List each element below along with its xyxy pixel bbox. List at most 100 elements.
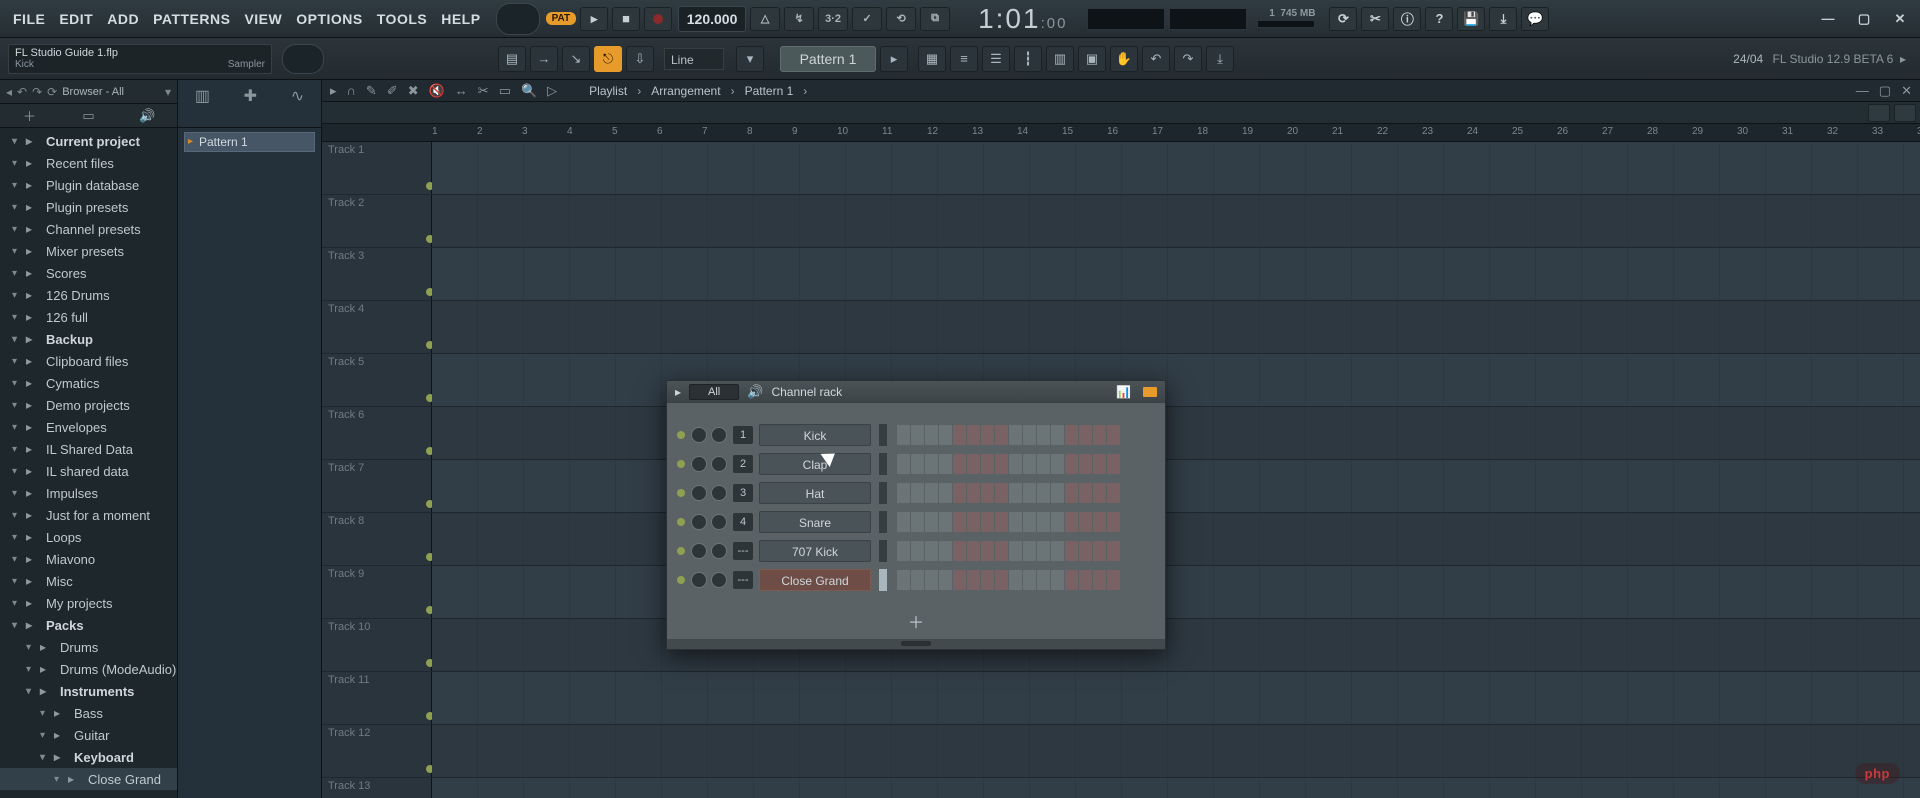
step-cell[interactable] (1079, 425, 1092, 445)
cr-speaker-icon[interactable]: 🔊 (747, 384, 763, 400)
track-header[interactable]: Track 9 (322, 566, 432, 618)
browser-item[interactable]: ▾▸Guitar (0, 724, 177, 746)
channel-pan-knob[interactable] (691, 427, 707, 443)
step-cell[interactable] (1079, 541, 1092, 561)
step-rec-icon[interactable]: ⧉ (920, 7, 950, 31)
step-cell[interactable] (1051, 454, 1064, 474)
tool-icon-5[interactable]: ▥ (1046, 46, 1074, 72)
pl-playback-icon[interactable]: ▷ (547, 83, 557, 99)
playlist-track[interactable]: Track 3 (322, 248, 1920, 301)
pl-paint-icon[interactable]: ✐ (387, 83, 398, 99)
track-grid[interactable] (432, 301, 1920, 353)
browser-item[interactable]: ▾▸Channel presets (0, 218, 177, 240)
step-cell[interactable] (925, 541, 938, 561)
playlist-track[interactable]: Track 13 (322, 778, 1920, 798)
undo-history-icon[interactable]: ⟳ (1329, 7, 1357, 31)
channel-mute-led[interactable] (677, 431, 685, 439)
browser-tab-add[interactable]: ＋ (0, 106, 59, 125)
pl-select-icon[interactable]: ▭ (499, 83, 511, 99)
step-cell[interactable] (953, 541, 966, 561)
step-cell[interactable] (981, 512, 994, 532)
pl-erase-icon[interactable]: ✖ (408, 83, 419, 99)
view-playlist-icon[interactable]: ▤ (498, 46, 526, 72)
browser-item[interactable]: ▾▸Impulses (0, 482, 177, 504)
step-cell[interactable] (995, 570, 1008, 590)
step-cell[interactable] (939, 425, 952, 445)
step-cell[interactable] (911, 425, 924, 445)
step-cell[interactable] (981, 454, 994, 474)
cr-menu-icon[interactable]: ▸ (675, 385, 681, 399)
playlist-track[interactable]: Track 11 (322, 672, 1920, 725)
forward-icon[interactable]: ↷ (32, 85, 42, 99)
master-pitch-knob[interactable] (282, 44, 324, 74)
tool-icon-1[interactable]: ▦ (918, 46, 946, 72)
menu-edit[interactable]: EDIT (52, 11, 100, 27)
step-cell[interactable] (1037, 483, 1050, 503)
step-cell[interactable] (1065, 570, 1078, 590)
channel-mute-led[interactable] (677, 489, 685, 497)
step-cell[interactable] (1037, 425, 1050, 445)
step-cell[interactable] (953, 454, 966, 474)
channel-mixer-route[interactable]: 1 (733, 426, 753, 444)
step-cell[interactable] (1009, 541, 1022, 561)
track-grid[interactable] (432, 407, 1920, 459)
channel-vol-knob[interactable] (711, 572, 727, 588)
browser-tree[interactable]: ▾▸Current project▾▸Recent files▾▸Plugin … (0, 128, 177, 792)
tool-icon-8[interactable]: ↶ (1142, 46, 1170, 72)
step-cell[interactable] (1065, 483, 1078, 503)
channel-mute-led[interactable] (677, 518, 685, 526)
menu-help[interactable]: HELP (434, 11, 487, 27)
snap-selector[interactable]: Line (664, 48, 724, 70)
tool-icon-6[interactable]: ▣ (1078, 46, 1106, 72)
step-cell[interactable] (1107, 541, 1120, 561)
view-browser-icon[interactable]: ⇩ (626, 46, 654, 72)
step-cell[interactable] (1093, 512, 1106, 532)
main-volume-knob[interactable] (496, 3, 540, 35)
step-cell[interactable] (1107, 454, 1120, 474)
tempo-display[interactable]: 120.000 (678, 6, 746, 32)
browser-item[interactable]: ▾▸Envelopes (0, 416, 177, 438)
step-cell[interactable] (1093, 425, 1106, 445)
step-cell[interactable] (1079, 483, 1092, 503)
channel-pan-knob[interactable] (691, 543, 707, 559)
browser-item[interactable]: ▾▸Demo projects (0, 394, 177, 416)
loop-rec-icon[interactable]: ⟲ (886, 7, 916, 31)
playlist-track[interactable]: Track 4 (322, 301, 1920, 354)
step-cell[interactable] (1009, 483, 1022, 503)
channel-name-button[interactable]: Clap (759, 453, 871, 475)
record-button[interactable] (644, 7, 672, 31)
track-grid[interactable] (432, 354, 1920, 406)
step-cell[interactable] (1065, 541, 1078, 561)
tool-icon-3[interactable]: ☰ (982, 46, 1010, 72)
step-cell[interactable] (1079, 570, 1092, 590)
step-cell[interactable] (1065, 425, 1078, 445)
step-cell[interactable] (967, 454, 980, 474)
crumb-playlist[interactable]: Playlist (589, 84, 627, 98)
browser-menu-icon[interactable]: ▾ (165, 85, 171, 99)
browser-tab-generic[interactable]: ▭ (59, 108, 118, 124)
back-icon[interactable]: ↶ (17, 85, 27, 99)
browser-item[interactable]: ▾▸Recent files (0, 152, 177, 174)
track-header[interactable]: Track 2 (322, 195, 432, 247)
browser-item[interactable]: ▾▸Drums (0, 636, 177, 658)
collapse-icon[interactable]: ◂ (6, 85, 12, 99)
pl-slip-icon[interactable]: ↔ (455, 83, 468, 98)
pl-close-icon[interactable]: ✕ (1901, 83, 1912, 99)
browser-item[interactable]: ▾▸Packs (0, 614, 177, 636)
channel-pan-knob[interactable] (691, 514, 707, 530)
step-cell[interactable] (1051, 483, 1064, 503)
browser-item[interactable]: ▾▸Backup (0, 328, 177, 350)
channel-name-button[interactable]: Kick (759, 424, 871, 446)
channel-pan-knob[interactable] (691, 485, 707, 501)
pl-max-icon[interactable]: ▢ (1879, 83, 1891, 99)
step-cell[interactable] (939, 454, 952, 474)
tool-icon-9[interactable]: ↷ (1174, 46, 1202, 72)
pl-zoom-icon[interactable]: 🔍 (521, 83, 537, 99)
track-header[interactable]: Track 7 (322, 460, 432, 512)
browser-item[interactable]: ▾▸Miavono (0, 548, 177, 570)
playlist-menu-icon[interactable]: ▸ (330, 83, 337, 99)
channel-mixer-route[interactable]: --- (733, 571, 753, 589)
help-icon[interactable]: ? (1425, 7, 1453, 31)
step-cell[interactable] (925, 570, 938, 590)
pl-min-icon[interactable]: — (1856, 83, 1869, 99)
